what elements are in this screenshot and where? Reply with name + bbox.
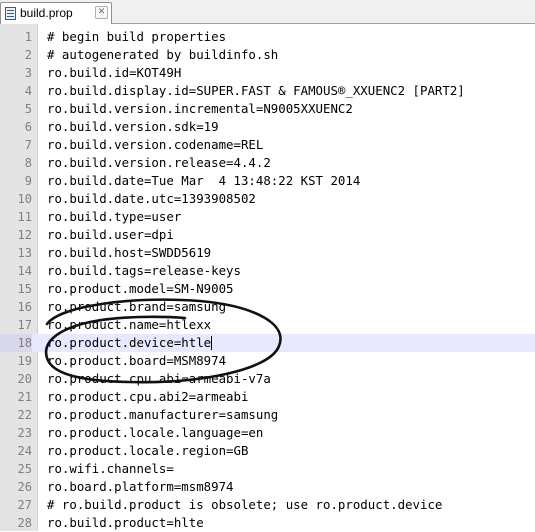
line-number: 18 (0, 334, 32, 352)
code-line[interactable]: 28 ro.build.product=hlte (0, 514, 535, 532)
code-line[interactable]: 24 ro.product.locale.region=GB (0, 442, 535, 460)
line-text: ro.build.version.release=4.4.2 (47, 155, 271, 170)
code-line[interactable]: 8 ro.build.version.release=4.4.2 (0, 154, 535, 172)
line-number: 10 (17, 192, 32, 206)
line-text: ro.build.date.utc=1393908502 (47, 191, 256, 206)
line-number: 26 (17, 480, 32, 494)
line-number: 27 (17, 498, 32, 512)
line-number: 23 (17, 426, 32, 440)
line-number: 15 (17, 282, 32, 296)
line-number: 16 (17, 300, 32, 314)
line-number: 2 (24, 48, 32, 62)
line-number: 22 (17, 408, 32, 422)
editor[interactable]: 1 # begin build properties 2 # autogenerate… (0, 24, 535, 531)
line-number: 14 (17, 264, 32, 278)
line-text: ro.board.platform=msm8974 (47, 479, 234, 494)
line-text: ro.build.version.codename=REL (47, 137, 264, 152)
code-line[interactable]: 13 ro.build.host=SWDD5619 (0, 244, 535, 262)
line-number: 21 (17, 390, 32, 404)
line-number: 13 (17, 246, 32, 260)
code-line[interactable]: 7 ro.build.version.codename=REL (0, 136, 535, 154)
line-text: ro.build.tags=release-keys (47, 263, 241, 278)
line-text: ro.product.locale.region=GB (47, 443, 249, 458)
line-text: ro.build.user=dpi (47, 227, 174, 242)
line-text: ro.build.id=KOT49H (47, 65, 182, 80)
code-line[interactable]: 26 ro.board.platform=msm8974 (0, 478, 535, 496)
line-number: 8 (24, 156, 32, 170)
line-number: 28 (17, 516, 32, 530)
code-line[interactable]: 2 # autogenerated by buildinfo.sh (0, 46, 535, 64)
line-number: 11 (17, 210, 32, 224)
line-text: ro.product.cpu.abi=armeabi-v7a (47, 371, 271, 386)
code-lines: 1 # begin build properties 2 # autogenerate… (0, 28, 535, 532)
line-text: ro.build.host=SWDD5619 (47, 245, 212, 260)
text-caret (211, 336, 213, 350)
line-text: ro.product.brand=samsung (47, 299, 227, 314)
line-number: 17 (17, 318, 32, 332)
line-text: ro.build.version.incremental=N9005XXUENC… (47, 101, 353, 116)
code-line[interactable]: 16 ro.product.brand=samsung (0, 298, 535, 316)
code-line[interactable]: 9 ro.build.date=Tue Mar 4 13:48:22 KST 20… (0, 172, 535, 190)
code-line[interactable]: 17 ro.product.name=htlexx (0, 316, 535, 334)
code-line[interactable]: 3 ro.build.id=KOT49H (0, 64, 535, 82)
line-text: ro.product.name=htlexx (47, 317, 212, 332)
code-line[interactable]: 22 ro.product.manufacturer=samsung (0, 406, 535, 424)
line-text: ro.product.device=htle (47, 335, 212, 350)
line-text: ro.product.manufacturer=samsung (47, 407, 279, 422)
line-text: ro.build.version.sdk=19 (47, 119, 219, 134)
code-line[interactable]: 15 ro.product.model=SM-N9005 (0, 280, 535, 298)
line-text: # autogenerated by buildinfo.sh (47, 47, 279, 62)
file-icon (5, 7, 16, 20)
line-number: 7 (24, 138, 32, 152)
line-text: ro.product.board=MSM8974 (47, 353, 227, 368)
line-number: 4 (24, 84, 32, 98)
code-line[interactable]: 19 ro.product.board=MSM8974 (0, 352, 535, 370)
line-number: 6 (24, 120, 32, 134)
line-number: 1 (24, 30, 32, 44)
line-text: ro.product.model=SM-N9005 (47, 281, 234, 296)
line-text: ro.product.locale.language=en (47, 425, 264, 440)
code-line[interactable]: 1 # begin build properties (0, 28, 535, 46)
tab-build-prop[interactable]: build.prop ✕ (0, 2, 112, 24)
line-number: 5 (24, 102, 32, 116)
line-text: # ro.build.product is obsolete; use ro.p… (47, 497, 443, 512)
line-number: 12 (17, 228, 32, 242)
line-text: # begin build properties (47, 29, 227, 44)
line-number: 3 (24, 66, 32, 80)
line-number: 25 (17, 462, 32, 476)
close-icon[interactable]: ✕ (95, 6, 108, 19)
line-text: ro.build.type=user (47, 209, 182, 224)
code-line[interactable]: 4 ro.build.display.id=SUPER.FAST & FAMOUS… (0, 82, 535, 100)
tab-bar: build.prop ✕ (0, 0, 535, 24)
code-line[interactable]: 12 ro.build.user=dpi (0, 226, 535, 244)
line-text: ro.product.cpu.abi2=armeabi (47, 389, 249, 404)
line-number: 19 (17, 354, 32, 368)
code-line[interactable]: 23 ro.product.locale.language=en (0, 424, 535, 442)
code-line[interactable]: 6 ro.build.version.sdk=19 (0, 118, 535, 136)
line-text: ro.build.date=Tue Mar 4 13:48:22 KST 201… (47, 173, 361, 188)
line-number: 9 (24, 174, 32, 188)
line-text: ro.build.product=hlte (47, 515, 204, 530)
code-line[interactable]: 20 ro.product.cpu.abi=armeabi-v7a (0, 370, 535, 388)
code-line[interactable]: 18 ro.product.device=htle (0, 334, 535, 352)
code-line[interactable]: 27 # ro.build.product is obsolete; use ro… (0, 496, 535, 514)
line-number: 20 (17, 372, 32, 386)
line-number: 24 (17, 444, 32, 458)
code-line[interactable]: 10 ro.build.date.utc=1393908502 (0, 190, 535, 208)
tab-label: build.prop (20, 6, 73, 20)
code-line[interactable]: 5 ro.build.version.incremental=N9005XXUEN… (0, 100, 535, 118)
code-line[interactable]: 11 ro.build.type=user (0, 208, 535, 226)
code-line[interactable]: 21 ro.product.cpu.abi2=armeabi (0, 388, 535, 406)
line-text: ro.wifi.channels= (47, 461, 174, 476)
code-line[interactable]: 25 ro.wifi.channels= (0, 460, 535, 478)
line-text: ro.build.display.id=SUPER.FAST & FAMOUS®… (47, 83, 465, 98)
code-line[interactable]: 14 ro.build.tags=release-keys (0, 262, 535, 280)
